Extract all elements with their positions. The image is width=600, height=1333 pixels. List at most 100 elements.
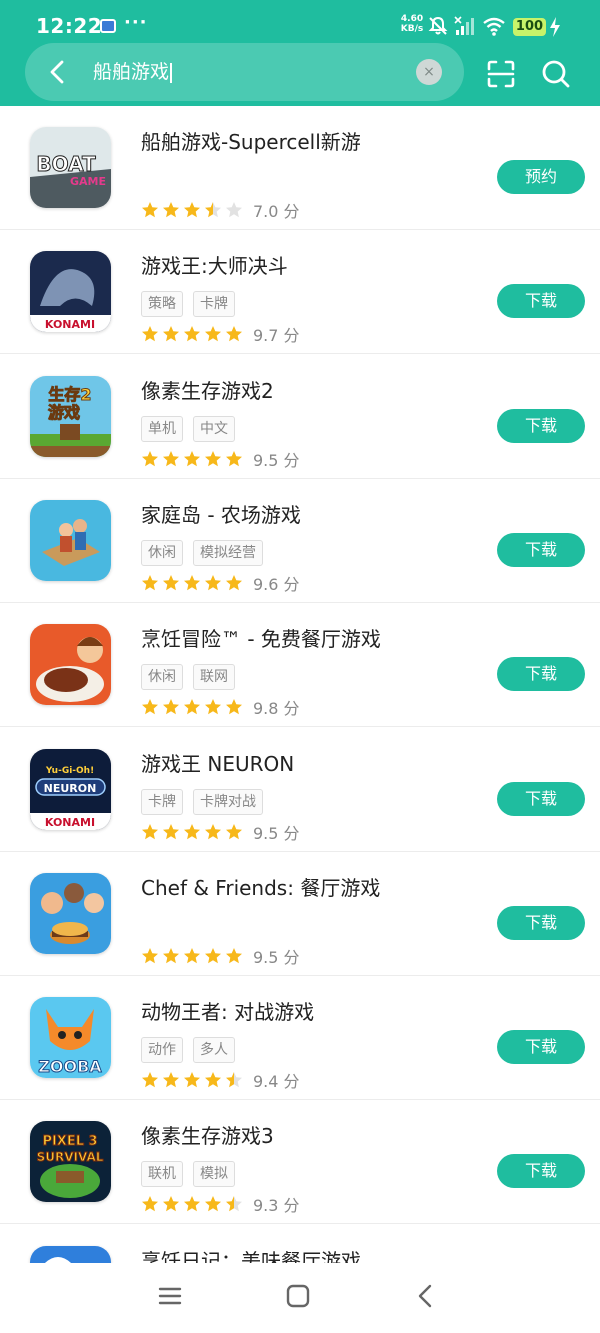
star-icon — [205, 574, 221, 591]
rating-stars — [141, 325, 243, 343]
star-icon — [226, 823, 242, 839]
download-button[interactable]: 下载 — [497, 781, 585, 816]
app-score: 9.7 分 — [253, 326, 300, 346]
nav-back-icon[interactable] — [413, 1283, 439, 1309]
icon-lettering: NEURON — [44, 782, 97, 795]
icon-lettering: 生存2 — [48, 385, 91, 404]
app-tag: 卡牌 — [193, 291, 235, 318]
star-icon — [142, 450, 158, 466]
star-icon — [205, 947, 221, 963]
app-tags: 策略 卡牌 — [141, 291, 235, 318]
star-icon — [142, 1196, 158, 1212]
star-icon — [163, 947, 179, 963]
chef-friends-icon[interactable] — [30, 872, 111, 954]
rating-stars — [141, 823, 243, 841]
menu-icon[interactable] — [157, 1283, 183, 1309]
star-icon — [163, 823, 179, 839]
app-title[interactable]: 家庭岛 - 农场游戏 — [141, 499, 301, 528]
app-title[interactable]: 动物王者: 对战游戏 — [141, 996, 314, 1025]
app-list-item[interactable]: BOAT GAME 船舶游戏-Supercell新游 7.0 分 预约 — [0, 106, 600, 230]
star-icon — [142, 574, 158, 591]
clear-search-button[interactable]: × — [416, 59, 442, 85]
download-button[interactable]: 下载 — [497, 1154, 585, 1189]
app-tag: 卡牌对战 — [193, 788, 263, 815]
star-icon — [184, 202, 200, 218]
cooking-diary-icon[interactable] — [30, 1245, 111, 1263]
app-tags: 休闲 模拟经营 — [141, 539, 263, 566]
network-speed-unit: KB/s — [400, 24, 424, 34]
app-tag: 动作 — [141, 1037, 183, 1064]
app-tag: 模拟经营 — [193, 539, 263, 566]
app-tag: 联网 — [193, 664, 235, 691]
boat-game-icon[interactable]: BOAT GAME — [30, 127, 111, 208]
icon-lettering: KONAMI — [45, 816, 95, 829]
app-list-item[interactable]: 烹饪日记：美味餐厅游戏 — [0, 1225, 600, 1263]
back-arrow-icon[interactable] — [43, 57, 73, 87]
star-icon — [163, 699, 179, 715]
notification-icon — [100, 19, 116, 33]
download-button[interactable]: 下载 — [497, 657, 585, 692]
star-icon — [184, 823, 200, 839]
app-rating: 9.7 分 — [141, 323, 300, 345]
app-score: 7.0 分 — [253, 202, 300, 221]
app-list-item[interactable]: KONAMI 游戏王:大师决斗 策略 卡牌 9.7 分 下载 — [0, 230, 600, 355]
app-rating: 9.6 分 — [141, 572, 300, 594]
app-title[interactable]: 游戏王:大师决斗 — [141, 250, 288, 279]
search-bar: 船舶游戏 × — [25, 43, 464, 101]
icon-lettering: BOAT — [36, 152, 96, 176]
icon-lettering: Yu-Gi-Oh! — [45, 766, 94, 776]
app-score: 9.6 分 — [253, 574, 300, 594]
star-icon — [163, 1072, 179, 1088]
app-title[interactable]: 游戏王 NEURON — [141, 748, 294, 777]
app-title[interactable]: 像素生存游戏3 — [141, 1120, 274, 1149]
download-button[interactable]: 下载 — [497, 408, 585, 443]
star-icon — [205, 450, 221, 466]
scan-icon[interactable] — [485, 58, 517, 90]
yugioh-duel-links-icon[interactable]: KONAMI — [30, 251, 111, 333]
app-title[interactable]: 烹饪冒险™ - 免费餐厅游戏 — [141, 623, 381, 652]
star-icon — [142, 1072, 158, 1088]
home-icon[interactable] — [285, 1283, 311, 1309]
app-list-item[interactable]: 家庭岛 - 农场游戏 休闲 模拟经营 9.6 分 下载 — [0, 479, 600, 603]
app-score: 9.3 分 — [253, 1196, 300, 1216]
app-list-item[interactable]: Chef & Friends: 餐厅游戏 9.5 分 下载 — [0, 852, 600, 976]
star-icon — [226, 699, 242, 715]
app-list-item[interactable]: 烹饪冒险™ - 免费餐厅游戏 休闲 联网 9.8 分 下载 — [0, 603, 600, 728]
app-score: 9.8 分 — [253, 699, 300, 719]
star-icon — [142, 699, 158, 715]
zooba-icon[interactable]: ZOOBA — [30, 997, 111, 1079]
app-list-item[interactable]: ZOOBA 动物王者: 对战游戏 动作 多人 9.4 分 下载 — [0, 976, 600, 1101]
app-list-item[interactable]: PIXEL 3 SURVIVAL 像素生存游戏3 联机 模拟 9.3 分 下载 — [0, 1100, 600, 1225]
family-island-icon[interactable] — [30, 499, 111, 581]
yugioh-neuron-icon[interactable]: Yu-Gi-Oh! NEURON KONAMI — [30, 748, 111, 830]
app-tag: 中文 — [193, 415, 235, 442]
app-tags: 动作 多人 — [141, 1037, 235, 1064]
pixel-survival-3-icon[interactable]: PIXEL 3 SURVIVAL — [30, 1121, 111, 1203]
pixel-survival-2-icon[interactable]: 生存2 游戏 — [30, 375, 111, 457]
status-time: 12:22 — [36, 14, 103, 38]
wifi-icon — [483, 17, 505, 36]
app-list-item[interactable]: 生存2 游戏 像素生存游戏2 单机 中文 9.5 分 下载 — [0, 355, 600, 479]
cooking-adventure-icon[interactable] — [30, 624, 111, 706]
app-title[interactable]: 船舶游戏-Supercell新游 — [141, 126, 361, 155]
download-button[interactable]: 下载 — [497, 284, 585, 319]
download-button[interactable]: 下载 — [497, 1030, 585, 1065]
star-icon — [226, 1072, 242, 1088]
download-button[interactable]: 下载 — [497, 532, 585, 567]
star-icon — [205, 326, 221, 342]
app-tag: 多人 — [193, 1037, 235, 1064]
star-icon — [226, 1196, 242, 1212]
app-title[interactable]: Chef & Friends: 餐厅游戏 — [141, 872, 380, 901]
search-icon[interactable] — [540, 58, 572, 90]
app-list-item[interactable]: Yu-Gi-Oh! NEURON KONAMI 游戏王 NEURON 卡牌 卡牌对战 9.5… — [0, 728, 600, 852]
app-rating: 9.8 分 — [141, 696, 300, 718]
app-tag: 单机 — [141, 415, 183, 442]
reserve-button[interactable]: 预约 — [497, 160, 585, 194]
app-title[interactable]: 烹饪日记：美味餐厅游戏 — [141, 1245, 361, 1263]
app-title[interactable]: 像素生存游戏2 — [141, 375, 274, 404]
search-input[interactable]: 船舶游戏 — [93, 57, 403, 87]
download-button[interactable]: 下载 — [497, 905, 585, 940]
star-icon — [142, 326, 158, 342]
star-icon — [205, 1196, 221, 1212]
star-icon — [184, 450, 200, 466]
